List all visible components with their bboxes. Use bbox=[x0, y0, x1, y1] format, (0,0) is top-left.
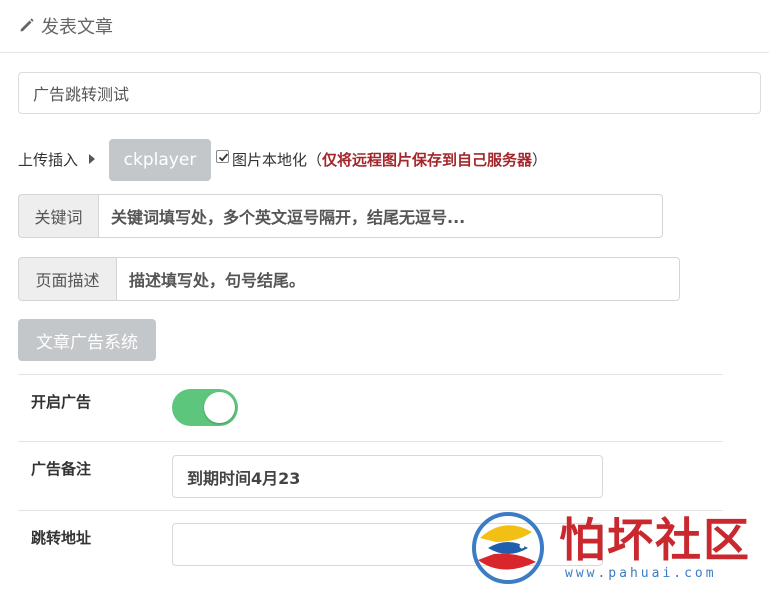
ad-note-input[interactable] bbox=[172, 455, 603, 498]
checkmark-icon bbox=[218, 153, 229, 162]
localize-label-text: 图片本地化 bbox=[232, 151, 308, 169]
description-group: 页面描述 bbox=[18, 257, 680, 301]
fish-logo-icon bbox=[472, 512, 544, 584]
toggle-knob bbox=[204, 392, 235, 423]
article-ad-system-button[interactable]: 文章广告系统 bbox=[18, 319, 156, 361]
enable-ad-label: 开启广告 bbox=[31, 393, 92, 411]
description-input[interactable] bbox=[116, 257, 680, 301]
localize-note-open: （ bbox=[307, 151, 323, 169]
page-title: 发表文章 bbox=[41, 17, 113, 38]
keywords-addon: 关键词 bbox=[18, 194, 98, 238]
redirect-url-label: 跳转地址 bbox=[31, 529, 92, 547]
enable-ad-toggle[interactable] bbox=[172, 389, 238, 426]
watermark: 怕坏社区 www.pahuai.com bbox=[466, 506, 766, 592]
upload-insert-label[interactable]: 上传插入 bbox=[18, 149, 78, 170]
keywords-group: 关键词 bbox=[18, 194, 663, 238]
keywords-input[interactable] bbox=[98, 194, 663, 238]
localize-images-checkbox[interactable] bbox=[216, 150, 229, 163]
localize-note: 仅将远程图片保存到自己服务器 bbox=[322, 151, 533, 169]
article-title-input[interactable] bbox=[18, 72, 761, 114]
localize-note-close: ） bbox=[532, 151, 548, 169]
divider bbox=[18, 441, 723, 442]
pencil-icon bbox=[18, 16, 36, 34]
page-header: 发表文章 bbox=[0, 0, 769, 53]
watermark-brand: 怕坏社区 bbox=[559, 513, 751, 567]
divider bbox=[18, 374, 723, 375]
localize-images-label: 图片本地化（仅将远程图片保存到自己服务器） bbox=[232, 149, 547, 170]
ckplayer-button[interactable]: ckplayer bbox=[109, 139, 211, 181]
description-addon: 页面描述 bbox=[18, 257, 116, 301]
caret-right-icon[interactable] bbox=[89, 154, 95, 164]
ad-note-label: 广告备注 bbox=[31, 460, 92, 478]
watermark-url: www.pahuai.com bbox=[565, 566, 717, 581]
